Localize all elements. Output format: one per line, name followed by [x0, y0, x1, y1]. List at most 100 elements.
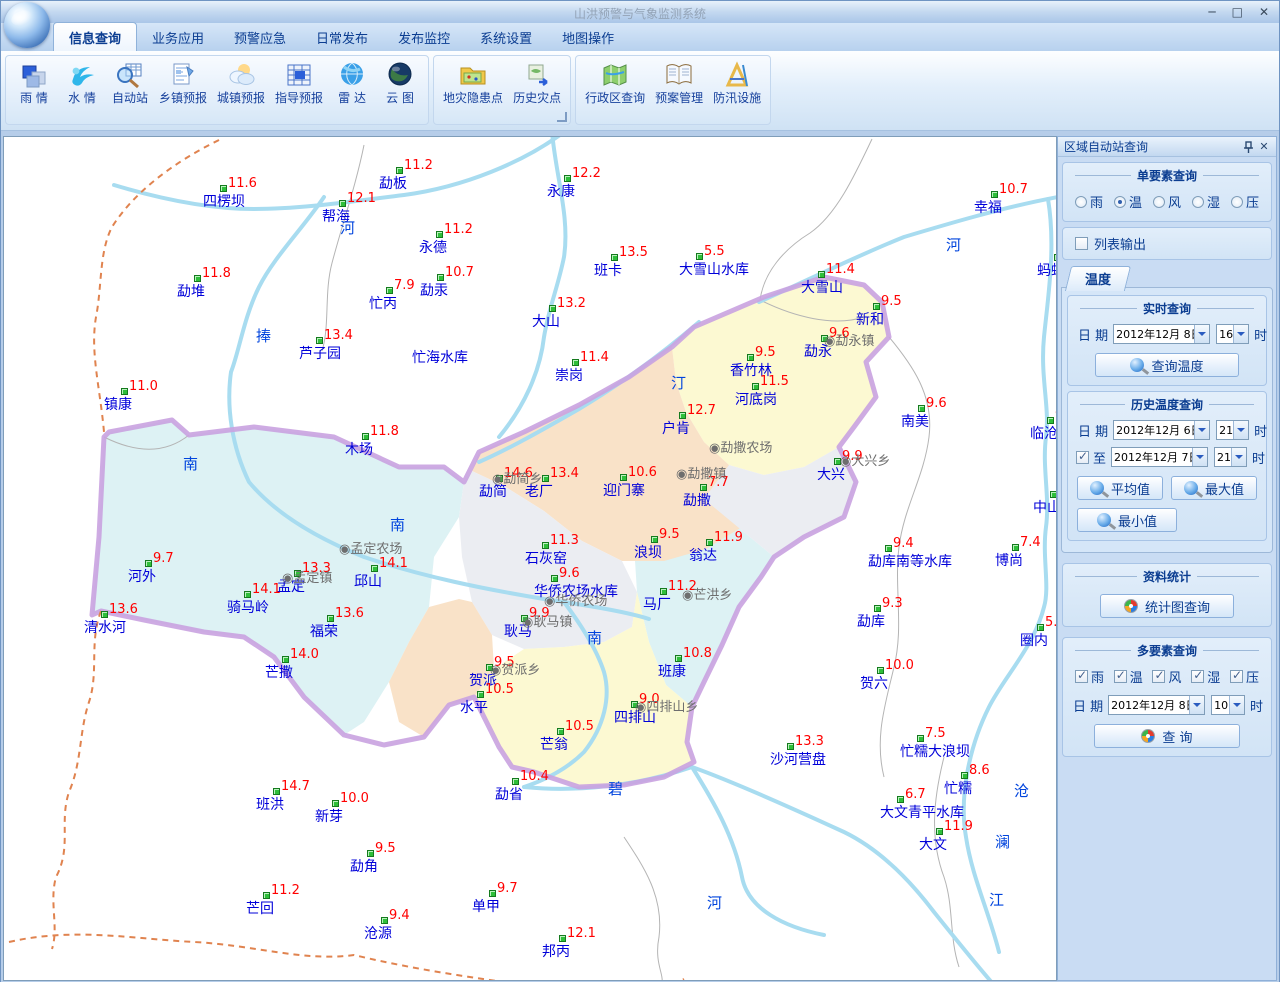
- menu-tab-6[interactable]: 系统设置: [465, 23, 547, 51]
- station-name: 勐角: [350, 856, 378, 876]
- realtime-hour-unit: 时: [1254, 325, 1267, 344]
- realtime-date-combo[interactable]: 2012年12月 8日: [1113, 324, 1210, 344]
- panel-close-icon[interactable]: ✕: [1256, 139, 1272, 155]
- map-view[interactable]: 11.6四楞坝11.2勐板12.2永康12.1帮海11.8勐堆11.2永德13.…: [3, 136, 1057, 981]
- maximize-button[interactable]: □: [1232, 4, 1243, 20]
- pin-icon[interactable]: [1240, 139, 1256, 155]
- toolbar-button-城镇预报[interactable]: 城镇预报: [212, 58, 270, 120]
- history-to-checkbox[interactable]: [1076, 451, 1089, 464]
- average-value-button[interactable]: 平均值: [1077, 476, 1163, 500]
- minimize-button[interactable]: ─: [1208, 4, 1215, 20]
- toolbar-button-防汛设施[interactable]: 防汛设施: [708, 58, 766, 120]
- toolbar-button-预案管理[interactable]: 预案管理: [650, 58, 708, 120]
- station-name: 新和: [856, 309, 884, 329]
- station-name: 大雪山: [801, 277, 843, 297]
- station-value: 11.9: [714, 530, 743, 545]
- realtime-hour-spinner[interactable]: 16: [1216, 324, 1249, 344]
- station-name: 清水河: [84, 617, 126, 637]
- chevron-down-icon[interactable]: [1233, 421, 1248, 439]
- menu-tab-1[interactable]: 信息查询: [53, 22, 137, 51]
- search-icon: [1130, 358, 1144, 372]
- multi-hour-spinner[interactable]: 10: [1211, 695, 1245, 715]
- toolbar-button-水情[interactable]: 水 情: [58, 58, 106, 120]
- min-value-button[interactable]: 最小值: [1077, 508, 1177, 532]
- app-window: 山洪预警与气象监测系统 ─ □ ✕ 信息查询业务应用预警应急日常发布发布监控系统…: [0, 0, 1280, 982]
- element-radio-风[interactable]: 风: [1153, 192, 1181, 211]
- station-name: 迎门寨: [603, 480, 645, 500]
- group-expander-icon[interactable]: [557, 112, 567, 122]
- toolbar-button-雷达[interactable]: 雷 达: [328, 58, 376, 120]
- toolbar-button-乡镇预报[interactable]: 乡镇预报: [154, 58, 212, 120]
- chevron-down-icon[interactable]: [1189, 696, 1204, 714]
- station-name: 班洪: [256, 794, 284, 814]
- multi-query-title: 多要素查询: [1137, 642, 1197, 659]
- history-from-hour-spinner[interactable]: 21: [1216, 420, 1249, 440]
- chevron-down-icon[interactable]: [1194, 421, 1209, 439]
- toolbar-button-历史灾点[interactable]: 历史灾点: [508, 58, 566, 120]
- toolbar-button-行政区查询[interactable]: 行政区查询: [580, 58, 650, 120]
- station-value: 13.3: [795, 734, 824, 749]
- station-name: 勐省: [495, 784, 523, 804]
- menu-tab-4[interactable]: 日常发布: [301, 23, 383, 51]
- river-label: 河: [707, 892, 722, 913]
- station-name: 南美: [901, 411, 929, 431]
- station-name: 芒撒: [265, 662, 293, 682]
- river-label: 捧: [256, 325, 271, 346]
- station-value: 11.5: [760, 374, 789, 389]
- max-value-button[interactable]: 最大值: [1171, 476, 1257, 500]
- station-value: 5.4: [1045, 615, 1056, 630]
- admin-region-icon: [599, 59, 631, 91]
- toolbar-button-自动站[interactable]: 自动站: [106, 58, 154, 120]
- chevron-down-icon[interactable]: [1192, 448, 1207, 466]
- station-value: 11.9: [944, 819, 973, 834]
- multi-query-button[interactable]: 查 询: [1094, 724, 1240, 748]
- chevron-down-icon[interactable]: [1194, 325, 1209, 343]
- list-output-option[interactable]: 列表输出: [1067, 230, 1267, 257]
- multi-element-checkbox-压[interactable]: 压: [1230, 667, 1259, 686]
- station-name: 忙糯大浪坝: [900, 741, 970, 761]
- radio-icon: [1192, 196, 1204, 208]
- station-value: 9.6: [926, 396, 947, 411]
- query-temperature-button[interactable]: 查询温度: [1095, 353, 1239, 377]
- history-from-date-combo[interactable]: 2012年12月 6日: [1113, 420, 1210, 440]
- element-radio-压[interactable]: 压: [1231, 192, 1259, 211]
- checkbox-icon: [1230, 670, 1243, 683]
- toolbar-button-指导预报[interactable]: 指导预报: [270, 58, 328, 120]
- station-name: 忙糯: [944, 778, 972, 798]
- history-to-hour-spinner[interactable]: 21: [1214, 447, 1247, 467]
- chevron-down-icon[interactable]: [1233, 325, 1248, 343]
- multi-element-checkbox-风[interactable]: 风: [1152, 667, 1181, 686]
- multi-element-checkbox-湿[interactable]: 湿: [1191, 667, 1220, 686]
- multi-date-combo[interactable]: 2012年12月 8日: [1108, 695, 1205, 715]
- chart-pinwheel-icon: [1124, 599, 1138, 613]
- ribbon-toolbar: 雨 情水 情自动站乡镇预报城镇预报指导预报雷 达云 图地灾隐患点历史灾点行政区查…: [1, 51, 1279, 131]
- menu-tab-2[interactable]: 业务应用: [137, 23, 219, 51]
- menu-tab-5[interactable]: 发布监控: [383, 23, 465, 51]
- toolbar-button-地灾隐患点[interactable]: 地灾隐患点: [438, 58, 508, 120]
- chevron-down-icon[interactable]: [1231, 448, 1246, 466]
- chevron-down-icon[interactable]: [1229, 696, 1244, 714]
- tab-temperature[interactable]: 温度: [1065, 266, 1131, 291]
- toolbar-button-雨情[interactable]: 雨 情: [10, 58, 58, 120]
- station-search-icon: [114, 59, 146, 91]
- element-radio-湿[interactable]: 湿: [1192, 192, 1220, 211]
- element-radio-雨[interactable]: 雨: [1075, 192, 1103, 211]
- station-value: 10.6: [628, 465, 657, 480]
- menu-tab-7[interactable]: 地图操作: [547, 23, 629, 51]
- guide-forecast-icon: [283, 59, 315, 91]
- town-label-四排山乡: ◉四排山乡: [635, 696, 698, 715]
- station-name: 木场: [345, 439, 373, 459]
- history-title: 历史温度查询: [1131, 396, 1203, 413]
- multi-element-checkbox-温[interactable]: 温: [1114, 667, 1143, 686]
- chart-pinwheel-icon: [1141, 729, 1155, 743]
- statistics-chart-query-button[interactable]: 统计图查询: [1100, 594, 1234, 618]
- element-radio-温[interactable]: 温: [1114, 192, 1142, 211]
- station-value: 11.2: [444, 222, 473, 237]
- menu-tab-3[interactable]: 预警应急: [219, 23, 301, 51]
- multi-element-checkbox-雨[interactable]: 雨: [1075, 667, 1104, 686]
- station-value: 9: [1055, 408, 1056, 423]
- history-to-date-combo[interactable]: 2012年12月 7日: [1111, 447, 1208, 467]
- list-output-checkbox[interactable]: [1075, 237, 1088, 250]
- toolbar-button-云图[interactable]: 云 图: [376, 58, 424, 120]
- close-button[interactable]: ✕: [1259, 4, 1269, 20]
